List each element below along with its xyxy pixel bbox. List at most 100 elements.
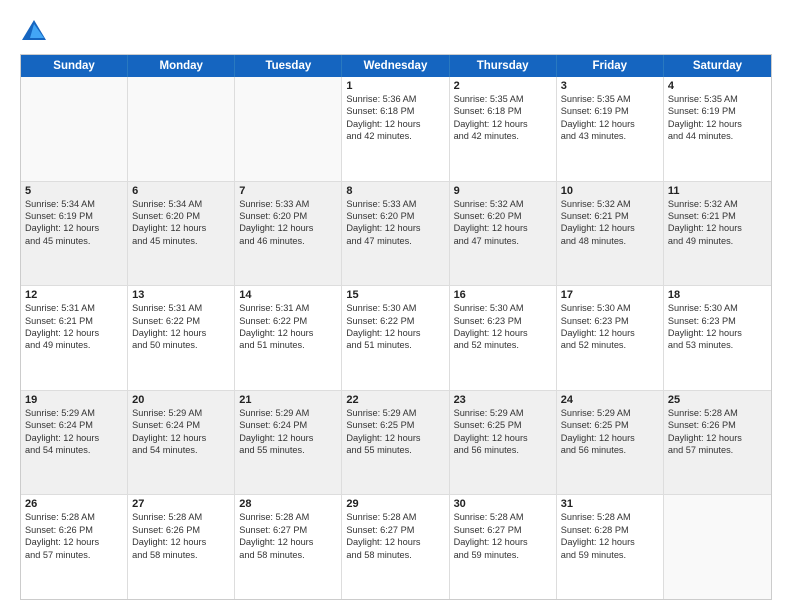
cell-info-line: Sunrise: 5:29 AM (239, 407, 337, 419)
header (20, 18, 772, 46)
cell-info-line: Sunset: 6:23 PM (561, 315, 659, 327)
calendar-cell-day-27: 27Sunrise: 5:28 AMSunset: 6:26 PMDayligh… (128, 495, 235, 599)
cell-info-line: Sunrise: 5:35 AM (454, 93, 552, 105)
cell-info-line: Sunrise: 5:29 AM (561, 407, 659, 419)
cell-info-line: Daylight: 12 hours (346, 432, 444, 444)
cell-info-line: Sunset: 6:25 PM (346, 419, 444, 431)
cell-info-line: Daylight: 12 hours (25, 432, 123, 444)
calendar-row-4: 19 Sunrise: 5:29 AM Sunset: 6:24 PM Dayligh… (21, 391, 771, 496)
cell-info-line: Sunset: 6:23 PM (454, 315, 552, 327)
cell-info-line: and 59 minutes. (561, 549, 659, 561)
calendar-row-5: 26Sunrise: 5:28 AMSunset: 6:26 PMDayligh… (21, 495, 771, 599)
calendar-cell-day-14: 14Sunrise: 5:31 AMSunset: 6:22 PMDayligh… (235, 286, 342, 390)
cell-info-line: Sunrise: 5:31 AM (132, 302, 230, 314)
cell-info-line: Daylight: 12 hours (561, 222, 659, 234)
cell-info-line: Sunset: 6:20 PM (346, 210, 444, 222)
calendar-row-3: 12Sunrise: 5:31 AMSunset: 6:21 PMDayligh… (21, 286, 771, 391)
cell-info-line: and 45 minutes. (25, 235, 123, 247)
cell-info-line: Sunrise: 5:28 AM (346, 511, 444, 523)
calendar-cell-day-28: 28Sunrise: 5:28 AMSunset: 6:27 PMDayligh… (235, 495, 342, 599)
cell-info-line: and 58 minutes. (239, 549, 337, 561)
header-day-sunday: Sunday (21, 55, 128, 77)
cell-info-line: Sunrise: 5:29 AM (454, 407, 552, 419)
cell-info-line: Sunrise: 5:35 AM (561, 93, 659, 105)
cell-info-line: Sunset: 6:20 PM (454, 210, 552, 222)
calendar-body: 1Sunrise: 5:36 AMSunset: 6:18 PMDaylight… (21, 77, 771, 599)
cell-info-line: and 52 minutes. (561, 339, 659, 351)
cell-info-line: Sunrise: 5:28 AM (132, 511, 230, 523)
cell-info-line: and 42 minutes. (346, 130, 444, 142)
cell-info-line: Sunrise: 5:28 AM (239, 511, 337, 523)
cell-info-line: Sunset: 6:19 PM (561, 105, 659, 117)
calendar-cell-empty (664, 495, 771, 599)
calendar-cell-day-11: 11Sunrise: 5:32 AMSunset: 6:21 PMDayligh… (664, 182, 771, 286)
day-number: 29 (346, 498, 444, 510)
cell-info-line: Sunset: 6:19 PM (668, 105, 767, 117)
cell-info-line: Daylight: 12 hours (346, 118, 444, 130)
cell-info-line: Sunset: 6:24 PM (132, 419, 230, 431)
calendar-cell-day-8: 8Sunrise: 5:33 AMSunset: 6:20 PMDaylight… (342, 182, 449, 286)
cell-info-line: Sunrise: 5:28 AM (561, 511, 659, 523)
cell-info-line: Daylight: 12 hours (132, 222, 230, 234)
cell-info-line: Daylight: 12 hours (25, 222, 123, 234)
day-number: 6 (132, 185, 230, 197)
cell-info-line: and 44 minutes. (668, 130, 767, 142)
calendar-cell-day-19: 19Sunrise: 5:29 AMSunset: 6:24 PMDayligh… (21, 391, 128, 495)
cell-info-line: Sunset: 6:21 PM (25, 315, 123, 327)
cell-info-line: Sunset: 6:20 PM (132, 210, 230, 222)
day-number: 23 (454, 394, 552, 406)
cell-info-line: Sunrise: 5:34 AM (132, 198, 230, 210)
header-day-friday: Friday (557, 55, 664, 77)
cell-info-line: Daylight: 12 hours (561, 118, 659, 130)
header-day-thursday: Thursday (450, 55, 557, 77)
cell-info-line: Sunset: 6:27 PM (346, 524, 444, 536)
cell-info-line: Daylight: 12 hours (132, 536, 230, 548)
calendar-cell-day-17: 17Sunrise: 5:30 AMSunset: 6:23 PMDayligh… (557, 286, 664, 390)
day-number: 2 (454, 80, 552, 92)
day-number: 12 (25, 289, 123, 301)
day-number: 19 (25, 394, 123, 406)
calendar-cell-day-16: 16Sunrise: 5:30 AMSunset: 6:23 PMDayligh… (450, 286, 557, 390)
cell-info-line: and 42 minutes. (454, 130, 552, 142)
calendar-cell-day-30: 30Sunrise: 5:28 AMSunset: 6:27 PMDayligh… (450, 495, 557, 599)
cell-info-line: Sunrise: 5:29 AM (346, 407, 444, 419)
calendar-header: SundayMondayTuesdayWednesdayThursdayFrid… (21, 55, 771, 77)
cell-info-line: Sunset: 6:18 PM (454, 105, 552, 117)
header-day-wednesday: Wednesday (342, 55, 449, 77)
day-number: 28 (239, 498, 337, 510)
day-number: 15 (346, 289, 444, 301)
day-number: 26 (25, 498, 123, 510)
cell-info-line: and 49 minutes. (25, 339, 123, 351)
calendar-cell-empty (128, 77, 235, 181)
calendar-cell-day-13: 13Sunrise: 5:31 AMSunset: 6:22 PMDayligh… (128, 286, 235, 390)
calendar-cell-day-10: 10Sunrise: 5:32 AMSunset: 6:21 PMDayligh… (557, 182, 664, 286)
cell-info-line: Sunrise: 5:31 AM (25, 302, 123, 314)
cell-info-line: and 55 minutes. (239, 444, 337, 456)
day-number: 13 (132, 289, 230, 301)
cell-info-line: Sunset: 6:22 PM (132, 315, 230, 327)
cell-info-line: Sunset: 6:19 PM (25, 210, 123, 222)
cell-info-line: Sunset: 6:25 PM (454, 419, 552, 431)
cell-info-line: and 49 minutes. (668, 235, 767, 247)
cell-info-line: Sunrise: 5:33 AM (239, 198, 337, 210)
cell-info-line: Daylight: 12 hours (25, 327, 123, 339)
day-number: 10 (561, 185, 659, 197)
day-number: 18 (668, 289, 767, 301)
calendar-cell-day-3: 3Sunrise: 5:35 AMSunset: 6:19 PMDaylight… (557, 77, 664, 181)
calendar-cell-empty (21, 77, 128, 181)
cell-info-line: Daylight: 12 hours (454, 432, 552, 444)
cell-info-line: Sunrise: 5:33 AM (346, 198, 444, 210)
calendar-cell-day-18: 18Sunrise: 5:30 AMSunset: 6:23 PMDayligh… (664, 286, 771, 390)
day-number: 16 (454, 289, 552, 301)
cell-info-line: Sunset: 6:28 PM (561, 524, 659, 536)
calendar-row-1: 1Sunrise: 5:36 AMSunset: 6:18 PMDaylight… (21, 77, 771, 182)
cell-info-line: Daylight: 12 hours (561, 536, 659, 548)
cell-info-line: Sunrise: 5:32 AM (454, 198, 552, 210)
calendar-cell-day-4: 4Sunrise: 5:35 AMSunset: 6:19 PMDaylight… (664, 77, 771, 181)
cell-info-line: Sunrise: 5:28 AM (668, 407, 767, 419)
cell-info-line: Sunrise: 5:32 AM (561, 198, 659, 210)
cell-info-line: Sunset: 6:25 PM (561, 419, 659, 431)
cell-info-line: Sunset: 6:23 PM (668, 315, 767, 327)
cell-info-line: Sunrise: 5:28 AM (454, 511, 552, 523)
cell-info-line: and 48 minutes. (561, 235, 659, 247)
